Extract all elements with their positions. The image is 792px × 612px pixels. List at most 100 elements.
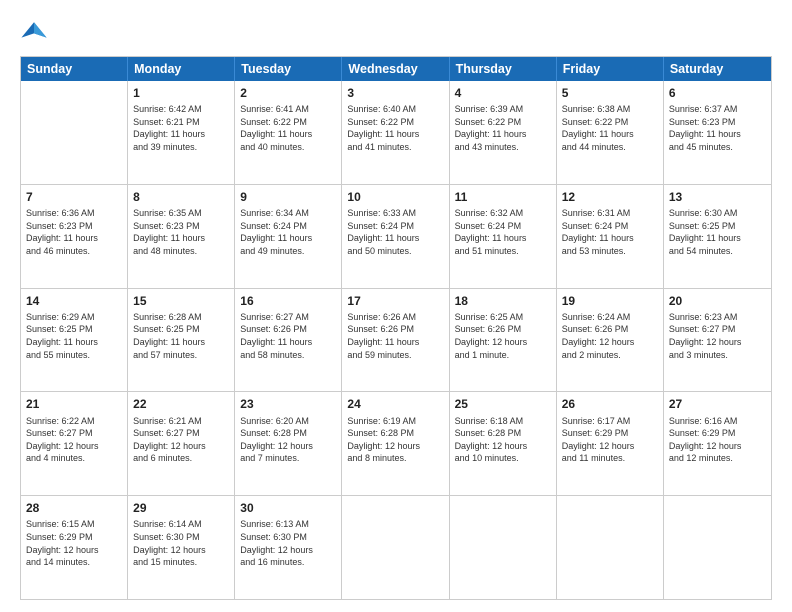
day-number: 21 — [26, 396, 122, 412]
calendar-cell: 22Sunrise: 6:21 AM Sunset: 6:27 PM Dayli… — [128, 392, 235, 495]
day-info: Sunrise: 6:42 AM Sunset: 6:21 PM Dayligh… — [133, 103, 229, 153]
day-info: Sunrise: 6:31 AM Sunset: 6:24 PM Dayligh… — [562, 207, 658, 257]
calendar-cell — [664, 496, 771, 599]
day-number: 12 — [562, 189, 658, 205]
calendar-cell: 16 Sunrise: 6:27 AM Sunset: 6:26 PM Dayli… — [235, 289, 342, 392]
calendar-row-1: 1 Sunrise: 6:42 AM Sunset: 6:21 PM Daylig… — [21, 81, 771, 185]
day-info: Sunrise: 6:36 AM Sunset: 6:23 PM Dayligh… — [26, 207, 122, 257]
day-info: Sunrise: 6:24 AM Sunset: 6:26 PM Dayligh… — [562, 311, 658, 361]
page: SundayMondayTuesdayWednesdayThursdayFrid… — [0, 0, 792, 612]
calendar-cell: 2 Sunrise: 6:41 AM Sunset: 6:22 PM Daylig… — [235, 81, 342, 184]
calendar-cell: 24 Sunrise: 6:19 AM Sunset: 6:28 PM Dayli… — [342, 392, 449, 495]
calendar-cell: 1 Sunrise: 6:42 AM Sunset: 6:21 PM Daylig… — [128, 81, 235, 184]
calendar-cell: 18 Sunrise: 6:25 AM Sunset: 6:26 PM Dayli… — [450, 289, 557, 392]
day-number: 11 — [455, 189, 551, 205]
calendar-cell: 27Sunrise: 6:16 AM Sunset: 6:29 PM Dayli… — [664, 392, 771, 495]
calendar-row-3: 14 Sunrise: 6:29 AM Sunset: 6:25 PM Dayli… — [21, 289, 771, 393]
day-info: Sunrise: 6:30 AM Sunset: 6:25 PM Dayligh… — [669, 207, 766, 257]
day-number: 13 — [669, 189, 766, 205]
day-number: 26 — [562, 396, 658, 412]
day-info: Sunrise: 6:39 AM Sunset: 6:22 PM Dayligh… — [455, 103, 551, 153]
calendar-cell — [342, 496, 449, 599]
calendar-body: 1 Sunrise: 6:42 AM Sunset: 6:21 PM Daylig… — [21, 81, 771, 599]
day-number: 20 — [669, 293, 766, 309]
header-day-thursday: Thursday — [450, 57, 557, 81]
day-info: Sunrise: 6:16 AM Sunset: 6:29 PM Dayligh… — [669, 415, 766, 465]
calendar-cell: 15Sunrise: 6:28 AM Sunset: 6:25 PM Dayli… — [128, 289, 235, 392]
day-number: 9 — [240, 189, 336, 205]
calendar-cell: 4 Sunrise: 6:39 AM Sunset: 6:22 PM Daylig… — [450, 81, 557, 184]
header-day-friday: Friday — [557, 57, 664, 81]
calendar-cell: 11 Sunrise: 6:32 AM Sunset: 6:24 PM Dayli… — [450, 185, 557, 288]
day-number: 14 — [26, 293, 122, 309]
day-number: 29 — [133, 500, 229, 516]
calendar-cell: 12 Sunrise: 6:31 AM Sunset: 6:24 PM Dayli… — [557, 185, 664, 288]
header-day-saturday: Saturday — [664, 57, 771, 81]
day-info: Sunrise: 6:37 AM Sunset: 6:23 PM Dayligh… — [669, 103, 766, 153]
day-number: 3 — [347, 85, 443, 101]
day-info: Sunrise: 6:29 AM Sunset: 6:25 PM Dayligh… — [26, 311, 122, 361]
day-number: 15 — [133, 293, 229, 309]
calendar-row-4: 21 Sunrise: 6:22 AM Sunset: 6:27 PM Dayli… — [21, 392, 771, 496]
day-info: Sunrise: 6:17 AM Sunset: 6:29 PM Dayligh… — [562, 415, 658, 465]
day-info: Sunrise: 6:23 AM Sunset: 6:27 PM Dayligh… — [669, 311, 766, 361]
calendar-cell: 26 Sunrise: 6:17 AM Sunset: 6:29 PM Dayli… — [557, 392, 664, 495]
day-number: 19 — [562, 293, 658, 309]
calendar-header: SundayMondayTuesdayWednesdayThursdayFrid… — [21, 57, 771, 81]
day-number: 30 — [240, 500, 336, 516]
day-info: Sunrise: 6:26 AM Sunset: 6:26 PM Dayligh… — [347, 311, 443, 361]
day-number: 23 — [240, 396, 336, 412]
day-number: 8 — [133, 189, 229, 205]
day-number: 1 — [133, 85, 229, 101]
calendar-cell: 17 Sunrise: 6:26 AM Sunset: 6:26 PM Dayli… — [342, 289, 449, 392]
calendar-cell: 30 Sunrise: 6:13 AM Sunset: 6:30 PM Dayli… — [235, 496, 342, 599]
header-day-sunday: Sunday — [21, 57, 128, 81]
day-info: Sunrise: 6:13 AM Sunset: 6:30 PM Dayligh… — [240, 518, 336, 568]
header-day-wednesday: Wednesday — [342, 57, 449, 81]
calendar-cell: 29 Sunrise: 6:14 AM Sunset: 6:30 PM Dayli… — [128, 496, 235, 599]
day-info: Sunrise: 6:25 AM Sunset: 6:26 PM Dayligh… — [455, 311, 551, 361]
day-info: Sunrise: 6:27 AM Sunset: 6:26 PM Dayligh… — [240, 311, 336, 361]
day-number: 16 — [240, 293, 336, 309]
calendar-cell: 28 Sunrise: 6:15 AM Sunset: 6:29 PM Dayli… — [21, 496, 128, 599]
day-info: Sunrise: 6:32 AM Sunset: 6:24 PM Dayligh… — [455, 207, 551, 257]
calendar-cell — [557, 496, 664, 599]
day-info: Sunrise: 6:14 AM Sunset: 6:30 PM Dayligh… — [133, 518, 229, 568]
header-day-tuesday: Tuesday — [235, 57, 342, 81]
day-info: Sunrise: 6:19 AM Sunset: 6:28 PM Dayligh… — [347, 415, 443, 465]
day-info: Sunrise: 6:38 AM Sunset: 6:22 PM Dayligh… — [562, 103, 658, 153]
day-number: 18 — [455, 293, 551, 309]
day-number: 2 — [240, 85, 336, 101]
calendar-row-2: 7 Sunrise: 6:36 AM Sunset: 6:23 PM Daylig… — [21, 185, 771, 289]
calendar-cell: 19 Sunrise: 6:24 AM Sunset: 6:26 PM Dayli… — [557, 289, 664, 392]
header — [20, 18, 772, 46]
header-day-monday: Monday — [128, 57, 235, 81]
day-info: Sunrise: 6:41 AM Sunset: 6:22 PM Dayligh… — [240, 103, 336, 153]
calendar-cell: 14 Sunrise: 6:29 AM Sunset: 6:25 PM Dayli… — [21, 289, 128, 392]
day-info: Sunrise: 6:33 AM Sunset: 6:24 PM Dayligh… — [347, 207, 443, 257]
day-info: Sunrise: 6:15 AM Sunset: 6:29 PM Dayligh… — [26, 518, 122, 568]
calendar: SundayMondayTuesdayWednesdayThursdayFrid… — [20, 56, 772, 600]
day-info: Sunrise: 6:22 AM Sunset: 6:27 PM Dayligh… — [26, 415, 122, 465]
calendar-cell: 8 Sunrise: 6:35 AM Sunset: 6:23 PM Daylig… — [128, 185, 235, 288]
calendar-cell: 13 Sunrise: 6:30 AM Sunset: 6:25 PM Dayli… — [664, 185, 771, 288]
day-number: 25 — [455, 396, 551, 412]
calendar-cell: 7 Sunrise: 6:36 AM Sunset: 6:23 PM Daylig… — [21, 185, 128, 288]
day-number: 28 — [26, 500, 122, 516]
day-info: Sunrise: 6:20 AM Sunset: 6:28 PM Dayligh… — [240, 415, 336, 465]
calendar-cell: 6 Sunrise: 6:37 AM Sunset: 6:23 PM Daylig… — [664, 81, 771, 184]
day-number: 5 — [562, 85, 658, 101]
calendar-cell: 5 Sunrise: 6:38 AM Sunset: 6:22 PM Daylig… — [557, 81, 664, 184]
calendar-cell: 21 Sunrise: 6:22 AM Sunset: 6:27 PM Dayli… — [21, 392, 128, 495]
day-number: 4 — [455, 85, 551, 101]
day-info: Sunrise: 6:35 AM Sunset: 6:23 PM Dayligh… — [133, 207, 229, 257]
calendar-cell: 10Sunrise: 6:33 AM Sunset: 6:24 PM Dayli… — [342, 185, 449, 288]
day-number: 24 — [347, 396, 443, 412]
logo — [20, 18, 52, 46]
day-number: 6 — [669, 85, 766, 101]
day-number: 17 — [347, 293, 443, 309]
day-number: 7 — [26, 189, 122, 205]
day-info: Sunrise: 6:40 AM Sunset: 6:22 PM Dayligh… — [347, 103, 443, 153]
day-number: 22 — [133, 396, 229, 412]
calendar-cell: 23 Sunrise: 6:20 AM Sunset: 6:28 PM Dayli… — [235, 392, 342, 495]
